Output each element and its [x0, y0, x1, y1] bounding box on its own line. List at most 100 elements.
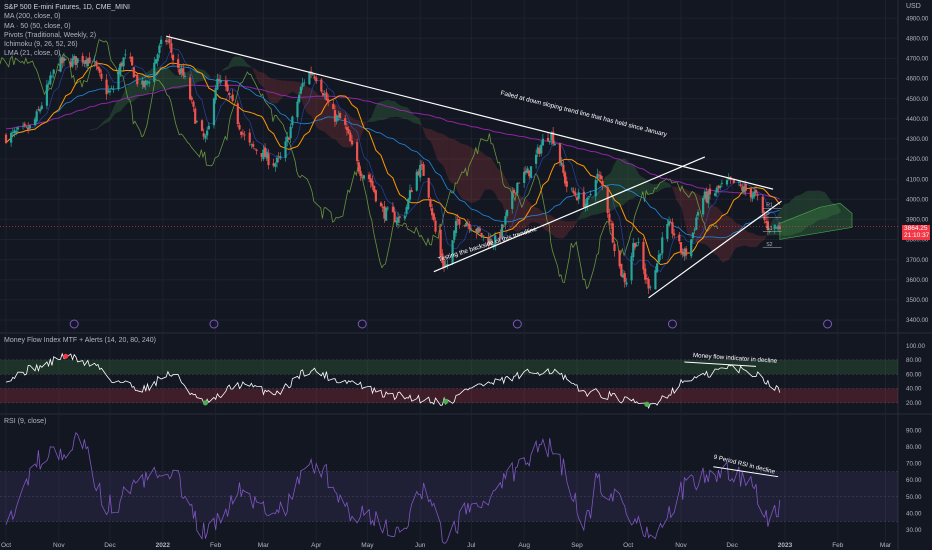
candle-body — [228, 92, 231, 96]
candle-body — [506, 209, 509, 216]
candle-body — [630, 256, 633, 281]
candle-body — [204, 135, 207, 139]
candle-body — [596, 173, 599, 179]
price-tick-label: 4000.00 — [906, 196, 929, 203]
candle-body — [574, 192, 577, 196]
cloud-segment — [267, 75, 270, 101]
cloud-segment — [650, 183, 653, 194]
rsi-tick-label: 30.00 — [906, 527, 922, 534]
candle-body — [148, 81, 151, 84]
cloud-segment — [758, 235, 761, 246]
cloud-segment — [279, 80, 282, 101]
x-tick-label: Jul — [467, 542, 476, 549]
cloud-segment — [282, 80, 288, 97]
cloud-segment — [376, 102, 379, 121]
candle-body — [356, 142, 359, 162]
mfi-tick-label: 100.00 — [906, 343, 925, 350]
candle-body — [28, 125, 31, 129]
legend-pivots[interactable]: Pivots (Traditional, Weekly, 2) — [4, 31, 130, 40]
cloud-segment — [240, 56, 242, 67]
candle-body — [177, 59, 180, 68]
cloud-segment — [359, 120, 362, 141]
candle-body — [160, 39, 163, 45]
cloud-segment — [482, 152, 484, 195]
mfi-signal-marker — [202, 400, 209, 406]
rsi-pane-title[interactable]: RSI (9, close) — [4, 418, 46, 425]
candle-body — [386, 207, 389, 209]
cloud-segment — [557, 219, 563, 239]
symbol-title[interactable]: S&P 500 E-mini Futures, 1D, CME_MINI — [4, 3, 130, 12]
candle-body — [434, 220, 437, 232]
candle-body — [606, 186, 609, 214]
cloud-segment — [627, 160, 629, 202]
downtrend-annotation: Failed at down sloping trend line that h… — [500, 90, 668, 139]
cloud-segment — [736, 223, 742, 248]
candle-body — [168, 38, 171, 44]
candle-body — [238, 124, 241, 130]
cloud-segment — [649, 182, 651, 194]
pivot-label: S1 — [766, 226, 772, 232]
x-tick-label: Mar — [880, 542, 892, 549]
candle-body — [112, 89, 115, 90]
cloud-segment — [616, 159, 623, 207]
candle-body — [76, 58, 79, 63]
candle-body — [253, 148, 256, 150]
cloud-segment — [407, 107, 409, 121]
ichimoku-tenkan-line — [5, 48, 781, 273]
candle-body — [419, 164, 422, 178]
x-tick-label: Aug — [518, 542, 530, 549]
cloud-segment — [552, 216, 554, 237]
mfi-pane-title[interactable]: Money Flow Index MTF + Alerts (14, 20, 8… — [4, 337, 156, 344]
cloud-segment — [746, 230, 749, 247]
price-chart[interactable]: Oct Nov Dec 2022 Feb Mar Apr May Jun Jul Aug Sep Oct… — [0, 0, 932, 550]
cloud-segment — [543, 212, 546, 231]
cloud-segment — [753, 233, 755, 248]
candle-body — [695, 217, 698, 230]
candle-body — [708, 188, 712, 195]
price-tick-label: 4800.00 — [906, 35, 929, 42]
price-tick-label: 3400.00 — [906, 317, 929, 324]
candle-body — [391, 206, 395, 213]
candle-body — [344, 118, 347, 125]
cloud-segment — [211, 75, 217, 78]
cloud-segment — [635, 168, 638, 198]
cloud-segment — [436, 131, 438, 161]
legend-lma[interactable]: LMA (21, close, 0) — [4, 49, 130, 58]
cloud-segment — [293, 81, 295, 93]
candle-body — [170, 43, 173, 53]
mfi-tick-label: 20.00 — [906, 400, 922, 407]
cloud-segment — [681, 187, 684, 216]
cloud-segment — [229, 59, 232, 69]
candle-body — [432, 213, 435, 221]
cloud-segment — [564, 220, 566, 238]
candle-body — [320, 79, 323, 92]
candle-body — [649, 286, 652, 288]
mfi-tick-label: 60.00 — [906, 371, 922, 378]
cloud-segment — [364, 121, 367, 127]
candle-body — [10, 132, 13, 143]
cloud-segment — [449, 138, 455, 186]
rsi-tick-label: 80.00 — [906, 444, 922, 451]
price-tick-label: 4100.00 — [906, 176, 929, 183]
candle-body — [206, 130, 209, 136]
cloud-segment — [424, 127, 426, 138]
candle-body — [739, 184, 742, 186]
earnings-event-icon — [667, 319, 677, 329]
cloud-segment — [760, 235, 766, 243]
cloud-segment — [408, 108, 411, 122]
cloud-segment — [529, 202, 532, 224]
candle-body — [512, 189, 516, 193]
candle-body — [502, 225, 505, 227]
candle-body — [367, 174, 371, 179]
candle-body — [594, 180, 597, 197]
cloud-segment — [100, 122, 103, 127]
x-tick-label: May — [361, 542, 374, 549]
candle-body — [15, 130, 18, 133]
legend-ichimoku[interactable]: Ichimoku (9, 26, 52, 26) — [4, 40, 130, 49]
legend-ma200[interactable]: MA (200, close, 0) — [4, 12, 130, 21]
candle-body — [327, 98, 330, 103]
candle-body — [299, 86, 302, 94]
candle-body — [691, 232, 695, 239]
candle-body — [289, 126, 292, 139]
legend-ma50[interactable]: MA · 50 (50, close, 0) — [4, 22, 130, 31]
